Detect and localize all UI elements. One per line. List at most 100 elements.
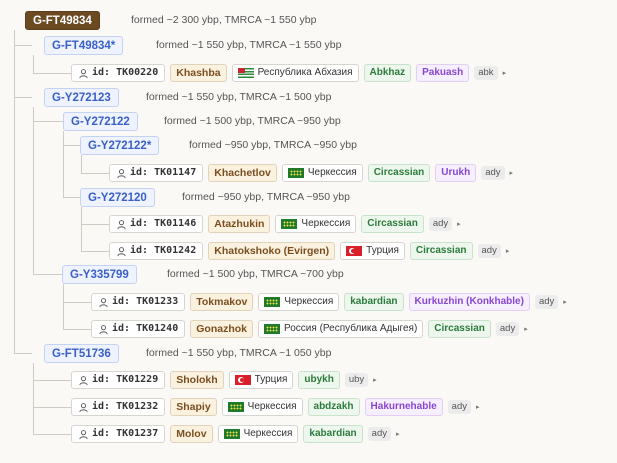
- language-badge: ady: [428, 217, 453, 231]
- sample-place[interactable]: Турция: [340, 242, 405, 260]
- flag-icon-circassia: [227, 402, 244, 412]
- flag-icon-turkey: [346, 246, 363, 256]
- person-icon: [79, 375, 88, 385]
- sample-id-badge[interactable]: id: TK01232: [71, 398, 166, 416]
- place-label: Турция: [254, 374, 288, 385]
- place-label: Россия (Республика Адыгея): [284, 323, 418, 334]
- sample-name[interactable]: Shapiy: [170, 398, 217, 416]
- sample-name[interactable]: Gonazhok: [190, 320, 253, 338]
- language-badge: ady: [447, 400, 471, 414]
- subgroup-badge[interactable]: Urukh: [435, 164, 477, 182]
- haplogroup-node[interactable]: G-Y272122: [63, 112, 138, 131]
- sample-id-badge[interactable]: id: TK01147: [109, 164, 204, 182]
- place-label: Черкессия: [301, 218, 351, 229]
- sample-row: id: TK01146 Atazhukin Черкессия Circassi…: [109, 215, 461, 233]
- node-meta: formed ~2 300 ybp, TMRCA ~1 550 ybp: [131, 14, 317, 26]
- haplogroup-node[interactable]: G-Y272120: [80, 188, 155, 207]
- population-badge[interactable]: Circassian: [409, 242, 473, 260]
- haplogroup-node[interactable]: G-FT51736: [44, 344, 119, 363]
- flag-icon-circassia: [264, 324, 280, 334]
- population-badge[interactable]: abdzakh: [307, 398, 360, 416]
- expand-arrow-icon[interactable]: ▸: [373, 376, 377, 384]
- node-meta: formed ~1 550 ybp, TMRCA ~1 050 ybp: [146, 347, 332, 359]
- population-badge[interactable]: kabardian: [344, 293, 404, 311]
- sample-name[interactable]: Khashba: [170, 64, 227, 82]
- node-meta: formed ~1 550 ybp, TMRCA ~1 550 ybp: [156, 39, 342, 51]
- person-icon: [117, 168, 126, 178]
- subgroup-badge[interactable]: Kurkuzhin (Konkhable): [408, 293, 530, 311]
- sample-name[interactable]: Khatokshoko (Evirgen): [208, 242, 336, 260]
- flag-icon-abkhazia: [237, 68, 254, 78]
- sample-place[interactable]: Черкессия: [275, 215, 357, 233]
- sample-row: id: TK01240 Gonazhok Россия (Республика …: [91, 320, 528, 338]
- sample-place[interactable]: Россия (Республика Адыгея): [258, 320, 424, 338]
- sample-place[interactable]: Турция: [228, 371, 294, 389]
- subgroup-badge[interactable]: Pakuash: [416, 64, 470, 82]
- population-badge[interactable]: ubykh: [298, 371, 340, 389]
- node-meta: formed ~1 500 ybp, TMRCA ~950 ybp: [164, 115, 341, 127]
- haplogroup-node[interactable]: G-FT49834*: [44, 36, 124, 55]
- language-badge: ady: [495, 322, 520, 336]
- person-icon: [79, 402, 88, 412]
- sample-row: id: TK01233 Tokmakov Черкессия kabardian…: [91, 293, 567, 311]
- expand-arrow-icon[interactable]: ▸: [506, 247, 510, 255]
- sample-row: id: TK01242 Khatokshoko (Evirgen) Турция…: [109, 242, 509, 260]
- population-badge[interactable]: kabardian: [303, 425, 363, 443]
- sample-place[interactable]: Черкессия: [258, 293, 340, 311]
- language-badge: ady: [477, 244, 501, 258]
- haplogroup-node[interactable]: G-FT49834: [25, 11, 100, 30]
- expand-arrow-icon[interactable]: ▸: [503, 69, 507, 77]
- expand-arrow-icon[interactable]: ▸: [476, 403, 480, 411]
- sample-row: id: TK01237 Molov Черкессия kabardian ad…: [71, 425, 400, 443]
- sample-name[interactable]: Molov: [170, 425, 213, 443]
- sample-name[interactable]: Khachetlov: [208, 164, 277, 182]
- sample-id-badge[interactable]: id: TK01242: [109, 242, 204, 260]
- population-badge[interactable]: Circassian: [428, 320, 491, 338]
- sample-id-badge[interactable]: id: TK01237: [71, 425, 166, 443]
- sample-id-badge[interactable]: id: TK00220: [71, 64, 166, 82]
- sample-row: id: TK01229 Sholokh Турция ubykh uby ▸: [71, 371, 377, 389]
- flag-icon-circassia: [223, 429, 240, 439]
- sample-id: id: TK01242: [130, 245, 197, 256]
- sample-row: id: TK01232 Shapiy Черкессия abdzakh Hak…: [71, 398, 480, 416]
- expand-arrow-icon[interactable]: ▸: [396, 430, 400, 438]
- sample-place[interactable]: Черкессия: [217, 425, 299, 443]
- subgroup-badge[interactable]: Hakurnehable: [364, 398, 443, 416]
- place-label: Черкессия: [247, 401, 297, 412]
- node-meta: formed ~1 550 ybp, TMRCA ~1 500 ybp: [146, 91, 332, 103]
- language-badge: ady: [534, 295, 559, 309]
- sample-id-badge[interactable]: id: TK01240: [91, 320, 186, 338]
- person-icon: [117, 246, 126, 256]
- node-meta: formed ~950 ybp, TMRCA ~950 ybp: [182, 191, 350, 203]
- flag-icon-circassia: [281, 219, 298, 229]
- expand-arrow-icon[interactable]: ▸: [457, 220, 461, 228]
- haplogroup-node[interactable]: G-Y272123: [44, 88, 119, 107]
- language-badge: ady: [367, 427, 391, 441]
- node-meta: formed ~950 ybp, TMRCA ~950 ybp: [189, 139, 357, 151]
- sample-row: id: TK00220 Khashba Республика Абхазия A…: [71, 64, 506, 82]
- sample-place[interactable]: Черкессия: [281, 164, 363, 182]
- population-badge[interactable]: Circassian: [367, 164, 431, 182]
- expand-arrow-icon[interactable]: ▸: [510, 169, 514, 177]
- population-badge[interactable]: Abkhaz: [363, 64, 412, 82]
- sample-name[interactable]: Sholokh: [170, 371, 224, 389]
- sample-name[interactable]: Tokmakov: [190, 293, 254, 311]
- sample-place[interactable]: Черкессия: [221, 398, 303, 416]
- sample-id: id: TK01232: [92, 401, 159, 412]
- haplogroup-node[interactable]: G-Y335799: [62, 265, 137, 284]
- sample-id: id: TK01240: [112, 323, 179, 334]
- sample-id-badge[interactable]: id: TK01146: [109, 215, 204, 233]
- place-label: Республика Абхазия: [257, 67, 353, 78]
- sample-id: id: TK01146: [130, 218, 197, 229]
- sample-id-badge[interactable]: id: TK01229: [71, 371, 166, 389]
- sample-name[interactable]: Atazhukin: [208, 215, 271, 233]
- expand-arrow-icon[interactable]: ▸: [524, 325, 528, 333]
- expand-arrow-icon[interactable]: ▸: [563, 298, 567, 306]
- flag-icon-turkey: [234, 375, 251, 385]
- haplogroup-node[interactable]: G-Y272122*: [80, 136, 160, 155]
- population-badge[interactable]: Circassian: [361, 215, 424, 233]
- person-icon: [79, 429, 88, 439]
- sample-place[interactable]: Республика Абхазия: [231, 64, 359, 82]
- person-icon: [79, 68, 88, 78]
- sample-id-badge[interactable]: id: TK01233: [91, 293, 186, 311]
